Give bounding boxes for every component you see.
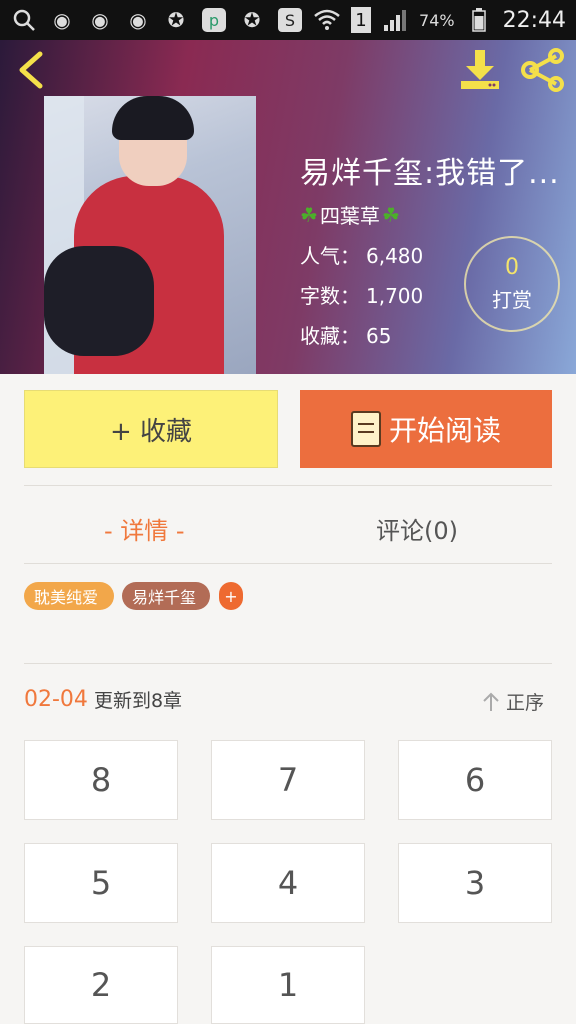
search-icon [10, 6, 38, 34]
stat-value: 6,480 [366, 244, 424, 268]
p-app-icon: p [200, 6, 228, 34]
chapter-button[interactable]: 2 [24, 946, 178, 1024]
weibo-icon: ◉ [91, 8, 109, 32]
add-tag-button[interactable]: + [219, 582, 243, 610]
divider [24, 663, 552, 664]
stat-label: 人气： [300, 244, 360, 268]
svg-text:S: S [285, 11, 295, 30]
update-text: 更新到8章 [93, 690, 183, 712]
chapter-button[interactable]: 4 [211, 843, 365, 923]
book-header: 易烊千玺:我错了... ☘ 四葉草 ☘ 人气： 6,480 字数： 1,700 收藏… [0, 40, 576, 374]
notification-icons: ◉ ◉ ◉ ✪ p ✪ S [10, 6, 304, 34]
divider [24, 563, 552, 564]
back-arrow-icon [19, 51, 43, 89]
book-title: 易烊千玺:我错了... [300, 156, 560, 191]
stat-label: 收藏： [300, 324, 360, 348]
app-notification-icon: ✪ [243, 8, 261, 32]
tab-comments[interactable]: 评论(0) [376, 508, 458, 548]
chapter-button[interactable]: 3 [398, 843, 552, 923]
tip-label: 打赏 [492, 288, 532, 312]
book-cover-image[interactable] [44, 96, 256, 374]
start-reading-label: 开始阅读 [388, 414, 501, 447]
popularity-stat: 人气： 6,480 [300, 240, 423, 269]
back-button[interactable] [14, 50, 50, 90]
share-button[interactable] [520, 48, 566, 92]
chapter-button[interactable]: 1 [211, 946, 365, 1024]
clover-icon: ☘ [381, 202, 400, 227]
tag-chip[interactable]: 耽美纯爱 [24, 582, 114, 610]
download-button[interactable] [458, 48, 502, 92]
app-notification-icon: ✪ [167, 8, 185, 32]
add-to-favorites-button[interactable]: + 收藏 [24, 390, 278, 468]
clock: 22:44 [502, 7, 566, 33]
s-app-icon: S [276, 6, 304, 34]
sim-icon: 1 [351, 7, 372, 33]
tab-details[interactable]: - 详情 - [104, 508, 185, 548]
battery-icon [465, 6, 493, 34]
stat-value: 1,700 [366, 284, 424, 308]
author-name: 四葉草 [319, 204, 380, 228]
start-reading-button[interactable]: 开始阅读 [300, 390, 552, 468]
update-date: 02-04 [24, 687, 88, 712]
download-icon [461, 50, 499, 89]
share-icon [521, 48, 564, 92]
weibo-icon: ◉ [53, 8, 71, 32]
tag-chip[interactable]: 易烊千玺 [122, 582, 210, 610]
chapter-button[interactable]: 5 [24, 843, 178, 923]
stat-label: 字数： [300, 284, 360, 308]
sort-order-button[interactable]: 正序 [482, 688, 544, 715]
divider [24, 485, 552, 486]
wifi-icon [313, 6, 341, 34]
chapter-button[interactable]: 8 [24, 740, 178, 820]
arrow-up-icon [483, 692, 499, 711]
tip-count: 0 [505, 255, 519, 280]
chapter-button[interactable]: 7 [211, 740, 365, 820]
system-icons: 1 74% 22:44 [313, 6, 566, 34]
word-count-stat: 字数： 1,700 [300, 280, 423, 309]
clover-icon: ☘ [300, 202, 318, 227]
status-bar: ◉ ◉ ◉ ✪ p ✪ S 1 74% 22:44 [0, 0, 576, 40]
chapter-button[interactable]: 6 [398, 740, 552, 820]
tip-button[interactable]: 0 打赏 [464, 236, 560, 332]
signal-icon [381, 6, 409, 34]
weibo-icon: ◉ [129, 8, 147, 32]
battery-percent: 74% [419, 10, 455, 30]
stat-value: 65 [366, 324, 392, 348]
update-info: 02-04 更新到8章 [24, 686, 182, 713]
author[interactable]: ☘ 四葉草 ☘ [300, 200, 400, 229]
svg-text:p: p [209, 11, 219, 30]
favorites-stat: 收藏： 65 [300, 320, 391, 349]
book-icon [350, 411, 381, 447]
sort-label: 正序 [506, 692, 545, 714]
